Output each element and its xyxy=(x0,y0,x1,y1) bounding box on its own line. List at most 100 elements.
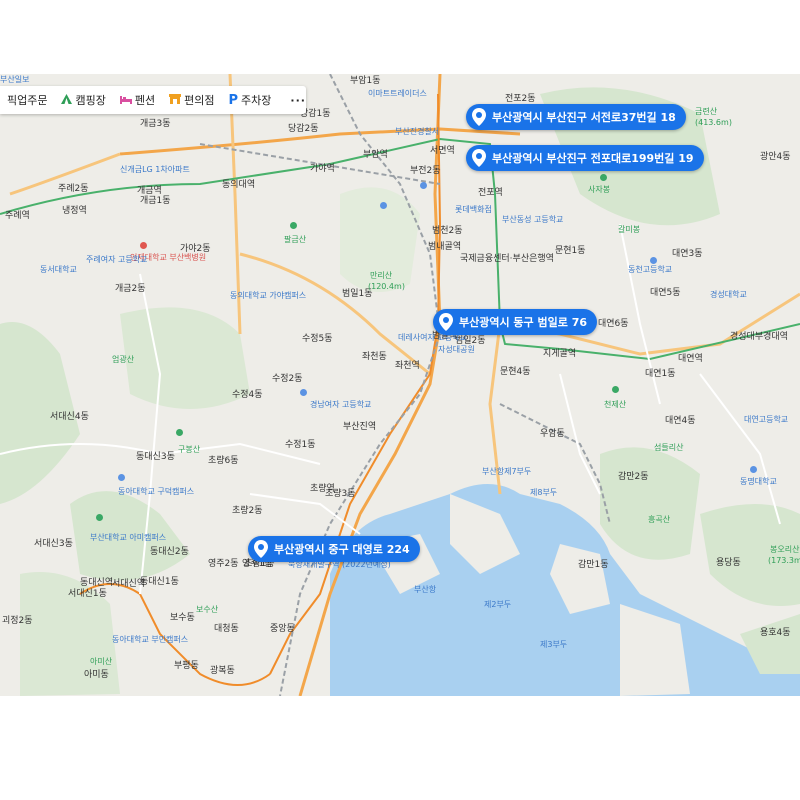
station-label: 서대신역 xyxy=(112,579,146,589)
convenience-store-label: 편의점 xyxy=(184,94,215,107)
address-pin[interactable]: 부산광역시 동구 범일로 76 xyxy=(433,309,597,335)
park-marker[interactable] xyxy=(290,222,297,229)
poi-marker[interactable] xyxy=(420,182,427,189)
poi-label: 제3부두 xyxy=(540,640,568,649)
location-pin-icon xyxy=(252,538,270,560)
poi-marker[interactable] xyxy=(300,389,307,396)
camping-label: 캠핑장 xyxy=(75,94,106,107)
category-pickup[interactable]: 픽업주문 xyxy=(0,86,54,114)
poi-label: 동아대학교 구덕캠퍼스 xyxy=(118,487,195,496)
poi-label: 동의대학교 가야캠퍼스 xyxy=(230,291,307,300)
mountain-label: 금련산 xyxy=(695,107,718,116)
parking-icon: P xyxy=(228,92,239,108)
station-label: 경성대부경대역 xyxy=(730,332,788,342)
poi-label: 이마트트레이더스 xyxy=(368,89,427,98)
mountain-label: 흥곡산 xyxy=(648,515,671,524)
area-label: 용당동 xyxy=(716,558,741,568)
hospital-marker[interactable] xyxy=(140,242,147,249)
area-label: 문현1동 xyxy=(555,246,586,256)
area-label: 좌천동 xyxy=(362,352,387,362)
mountain-label: 봉오리산 xyxy=(770,545,800,554)
mountain-label: 보수산 xyxy=(196,605,219,614)
area-label: 수정4동 xyxy=(232,390,263,400)
station-label: 지게골역 xyxy=(543,349,577,359)
area-label: 당감2동 xyxy=(288,124,319,134)
station-label: 좌천역 xyxy=(395,361,420,371)
address-pin[interactable]: 부산광역시 부산진구 서전로37번길 18 xyxy=(466,104,686,130)
area-label: 범천2동 xyxy=(432,226,463,236)
area-label: 광안4동 xyxy=(760,152,791,162)
area-label: 개금2동 xyxy=(115,284,146,294)
area-label: 대청동 xyxy=(214,624,239,634)
area-label: 수정5동 xyxy=(302,334,333,344)
poi-marker[interactable] xyxy=(750,466,757,473)
mountain-label: 만리산 xyxy=(370,271,393,280)
station-label: 주례역 xyxy=(5,211,30,221)
poi-marker[interactable] xyxy=(118,474,125,481)
poi-label: 동서대학교 xyxy=(40,265,77,274)
area-label: 부평동 xyxy=(174,661,199,671)
category-camping[interactable]: 캠핑장 xyxy=(54,86,112,114)
area-label: 대연1동 xyxy=(645,369,676,379)
map-canvas[interactable]: 부암1동 전포2동 개금3동 당감2동 당감1동 부전2동 가야2동 개금2동 … xyxy=(0,74,800,696)
area-label: 우암동 xyxy=(540,429,565,439)
area-label: 주례2동 xyxy=(58,184,89,194)
station-label: 초량역 xyxy=(310,484,335,494)
area-label: 서대신1동 xyxy=(68,589,107,599)
poi-label: 부산일보 xyxy=(0,75,30,84)
address-pin-label: 부산광역시 중구 대영로 224 xyxy=(274,543,410,556)
poi-label: 동아대학교 부민캠퍼스 xyxy=(112,635,189,644)
poi-label: 제8부두 xyxy=(530,488,558,497)
poi-label: 동명대학교 xyxy=(740,477,777,486)
station-label: 냉정역 xyxy=(62,206,87,216)
category-pension[interactable]: 펜션 xyxy=(113,86,162,114)
address-pin-label: 부산광역시 동구 범일로 76 xyxy=(459,316,587,329)
area-label: 초량6동 xyxy=(208,456,239,466)
poi-label: 동천고등학교 xyxy=(628,265,673,274)
area-label: 초량2동 xyxy=(232,506,263,516)
poi-marker[interactable] xyxy=(650,257,657,264)
area-label: 서대신3동 xyxy=(34,539,73,549)
poi-label: 대연고등학교 xyxy=(744,415,789,424)
mountain-label: 구봉산 xyxy=(178,445,201,454)
poi-label: 부산항제7부두 xyxy=(482,467,532,476)
more-button[interactable]: ··· xyxy=(278,86,318,114)
area-label: 대연4동 xyxy=(665,416,696,426)
station-label: 범내골역 xyxy=(428,242,462,252)
poi-marker[interactable] xyxy=(380,202,387,209)
mountain-label: 갈미봉 xyxy=(618,225,641,234)
mountain-elevation: (120.4m) xyxy=(368,282,405,291)
area-label: 서대신4동 xyxy=(50,412,89,422)
area-label: 영주2동 xyxy=(208,559,239,569)
park-marker[interactable] xyxy=(96,514,103,521)
area-label: 부암1동 xyxy=(350,76,381,86)
parking-label: 주차장 xyxy=(241,94,272,107)
category-convenience-store[interactable]: 편의점 xyxy=(162,86,221,114)
address-pin[interactable]: 부산광역시 중구 대영로 224 xyxy=(248,536,420,562)
address-pin[interactable]: 부산광역시 부산진구 전포대로199번길 19 xyxy=(466,145,704,171)
area-label: 감만1동 xyxy=(578,560,609,570)
poi-label: 부산대학교 아미캠퍼스 xyxy=(90,533,167,542)
poi-label: 부산동성 고등학교 xyxy=(502,215,564,224)
poi-label: 부산진경찰서 xyxy=(395,127,440,136)
area-label: 용호4동 xyxy=(760,628,791,638)
park-marker[interactable] xyxy=(612,386,619,393)
mountain-label: 섬들리산 xyxy=(654,443,684,452)
category-toolbar: 픽업주문 캠핑장 펜션 편의점 P 주차장 ··· xyxy=(0,86,306,114)
area-label: 괴정2동 xyxy=(2,616,33,626)
tent-icon xyxy=(61,93,73,107)
area-label: 감만2동 xyxy=(618,472,649,482)
area-label: 대연5동 xyxy=(650,288,681,298)
mountain-label: 천제산 xyxy=(604,400,627,409)
mountain-label: 엄광산 xyxy=(112,355,135,364)
area-label: 광복동 xyxy=(210,666,235,676)
poi-label: 경성대학교 xyxy=(710,290,747,299)
park-marker[interactable] xyxy=(176,429,183,436)
location-pin-icon xyxy=(437,311,455,333)
park-marker[interactable] xyxy=(600,174,607,181)
category-parking[interactable]: P 주차장 xyxy=(221,86,278,114)
area-label: 아미동 xyxy=(84,670,109,680)
area-label: 문현4동 xyxy=(500,367,531,377)
poi-label: 자성대공원 xyxy=(438,345,475,354)
location-pin-icon xyxy=(470,106,488,128)
